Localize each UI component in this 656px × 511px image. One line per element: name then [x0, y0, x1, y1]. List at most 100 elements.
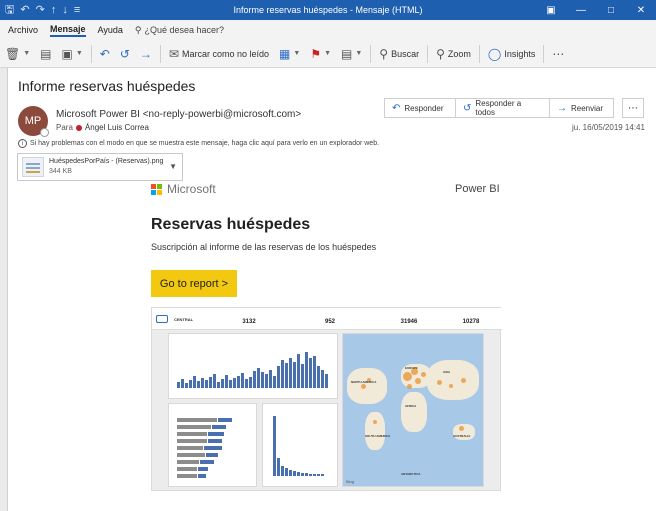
rules-button[interactable]: ▤ ▼	[336, 43, 367, 65]
distribution-bar	[309, 474, 312, 476]
categorize-button[interactable]: ▦ ▼	[274, 43, 305, 65]
reply-icon: ↶	[99, 46, 110, 61]
close-button[interactable]: ✕	[626, 0, 656, 20]
report-snapshot[interactable]: CENTRAL 3132 952 31946 10278 NORTH AMERI…	[151, 307, 502, 491]
forward-button[interactable]: → Reenviar	[550, 98, 614, 118]
bar-gray	[177, 418, 217, 422]
bar-blue	[208, 439, 222, 443]
map-label: SOUTH AMERICA	[365, 434, 391, 438]
move-button[interactable]: ▣ ▼	[57, 43, 88, 65]
column-bar	[281, 360, 284, 388]
maximize-button[interactable]: □	[596, 0, 626, 20]
info-bar[interactable]: i Si hay problemas con el modo en que se…	[18, 139, 379, 148]
bar-gray	[177, 460, 199, 464]
minimize-button[interactable]: —	[566, 0, 596, 20]
menu-ayuda[interactable]: Ayuda	[98, 25, 123, 35]
chevron-down-icon[interactable]: ▼	[169, 162, 177, 171]
distribution-bar	[289, 470, 292, 476]
divider	[427, 44, 429, 63]
forward-icon: →	[557, 102, 567, 114]
mark-unread-button[interactable]: ✉ Marcar como no leído	[164, 43, 274, 65]
distribution-bar	[277, 458, 280, 476]
column-bar	[257, 368, 260, 388]
search-button[interactable]: ⚲ Buscar	[374, 43, 424, 65]
reply-icon: ↶	[392, 102, 401, 114]
menu-archivo[interactable]: Archivo	[8, 25, 38, 35]
bar-blue	[206, 453, 218, 457]
distribution-bar	[313, 474, 316, 476]
column-bar	[301, 364, 304, 388]
distribution-bar	[285, 468, 288, 476]
insights-label: Insights	[504, 48, 536, 59]
flag-button[interactable]: ⚑ ▼	[305, 43, 336, 65]
tell-me-label: ¿Qué desea hacer?	[144, 25, 225, 35]
forward-icon: →	[139, 46, 152, 61]
more-actions-button[interactable]: ⋯	[622, 98, 644, 118]
microsoft-squares-icon	[151, 183, 162, 195]
chevron-down-icon: ▼	[23, 50, 31, 57]
chevron-down-icon: ▼	[75, 50, 83, 57]
zoom-button[interactable]: ⚲ Zoom	[431, 43, 476, 65]
column-bar	[237, 376, 240, 388]
map-landmass	[365, 412, 385, 450]
divider	[159, 44, 161, 63]
sender[interactable]: Microsoft Power BI <no-reply-powerbi@mic…	[56, 109, 301, 120]
search-icon: ⚲	[379, 46, 389, 61]
column-bar	[285, 363, 288, 388]
bar-blue	[198, 474, 206, 478]
distribution-bar	[317, 474, 320, 476]
delete-button[interactable]: 🗑 ▼	[0, 43, 35, 65]
go-to-report-button[interactable]: Go to report >	[151, 270, 237, 297]
redo-icon[interactable]: ↷	[36, 4, 45, 16]
column-bar	[181, 379, 184, 388]
up-arrow-icon[interactable]: ↑	[51, 4, 57, 16]
reply-all-button[interactable]: ↺ Responder a todos	[456, 98, 550, 118]
archive-button[interactable]: ▤	[35, 43, 56, 65]
world-map-panel: NORTH AMERICA EUROPE AFRICA SOUTH AMERIC…	[342, 333, 484, 487]
map-label: NORTH AMERICA	[351, 380, 377, 384]
title-bar: 🖫 ↶ ↷ ↑ ↓ ≡ Informe reservas huéspedes -…	[0, 0, 656, 20]
column-bar	[197, 381, 200, 388]
folder-pane-edge	[0, 68, 8, 511]
divider	[478, 44, 480, 63]
attachment[interactable]: HuéspedesPorPaís - (Reservas).png 344 KB…	[17, 153, 183, 181]
kpi-card: 10278	[436, 311, 506, 325]
customize-qat-icon[interactable]: ≡	[74, 4, 80, 16]
recipient[interactable]: Ángel Luis Correa	[85, 123, 149, 132]
map-point	[437, 380, 442, 385]
ribbon-display-icon[interactable]: ▣	[536, 0, 566, 20]
presence-indicator	[40, 128, 49, 137]
undo-icon[interactable]: ↶	[20, 4, 29, 16]
column-bar	[193, 376, 196, 388]
bar-gray	[177, 432, 207, 436]
more-ribbon-button[interactable]: ⋯	[547, 43, 569, 65]
column-bar	[205, 380, 208, 388]
magnifier-icon: ⚲	[436, 46, 445, 61]
presence-dot-icon	[75, 124, 82, 131]
column-bar	[209, 377, 212, 388]
save-icon[interactable]: 🖫	[5, 4, 14, 16]
reply-ribbon-button[interactable]: ↶	[95, 43, 115, 65]
column-bar	[265, 374, 268, 388]
reply-button[interactable]: ↶ Responder	[384, 98, 456, 118]
menu-mensaje[interactable]: Mensaje	[50, 24, 86, 37]
reply-all-ribbon-button[interactable]: ↺	[115, 43, 135, 65]
avatar[interactable]: MP	[18, 106, 49, 137]
message-subject: Informe reservas huéspedes	[18, 78, 196, 94]
tell-me-box[interactable]: ⚲ ¿Qué desea hacer?	[135, 25, 224, 36]
trash-icon: 🗑	[5, 46, 21, 61]
map-point	[459, 426, 464, 431]
insights-button[interactable]: ◯ Insights	[483, 43, 540, 65]
map-point	[421, 372, 426, 377]
map-label: AFRICA	[405, 404, 417, 408]
column-bar	[217, 382, 220, 388]
bar-blue	[208, 432, 224, 436]
column-bar	[313, 356, 316, 388]
categorize-icon: ▦	[279, 46, 291, 61]
forward-ribbon-button[interactable]: →	[135, 43, 157, 65]
column-bar	[277, 366, 280, 388]
column-bar	[317, 366, 320, 388]
chevron-down-icon: ▼	[324, 50, 332, 57]
ribbon: 🗑 ▼ ▤ ▣ ▼ ↶ ↺ → ✉ Marcar como no leído ▦ ▼ ⚑…	[0, 40, 656, 68]
down-arrow-icon[interactable]: ↓	[62, 4, 68, 16]
